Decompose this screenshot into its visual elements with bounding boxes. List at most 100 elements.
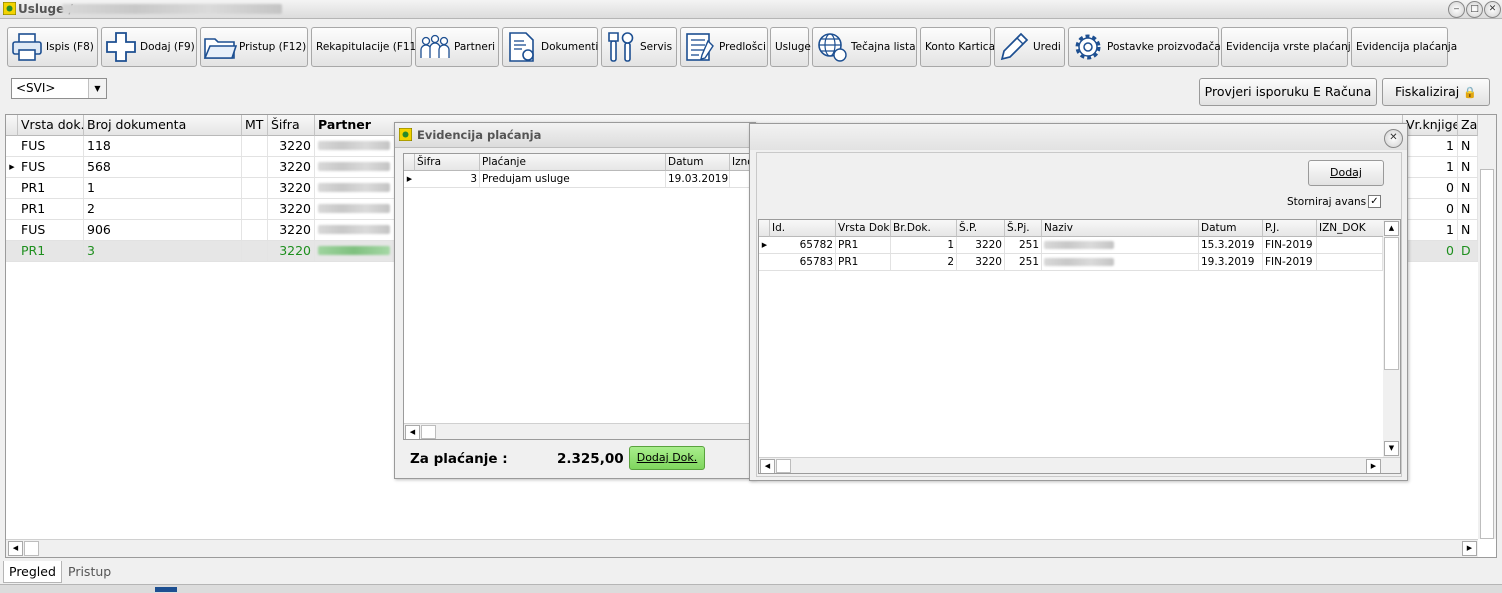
add-button[interactable]: Dodaj (F9) [101,27,197,67]
close-icon[interactable]: ✕ [1484,1,1501,18]
col-vrsta-dok[interactable]: Vrsta Dok. [836,220,891,237]
scroll-right-icon[interactable]: ▶ [1462,541,1477,556]
table-row[interactable]: ▶ 65782 PR1 1 3220 251 15.3.2019 FIN-2019 [759,237,1383,254]
cell-mt [242,136,268,156]
tab-pregled[interactable]: Pregled [3,561,62,583]
col-id[interactable]: Id. [770,220,836,237]
col-iznos[interactable]: Izno [730,154,749,171]
scroll-up-icon[interactable]: ▲ [1384,221,1399,236]
edit-button[interactable]: Uredi [994,27,1065,67]
app-logo-icon [2,1,17,16]
scroll-thumb[interactable] [1480,169,1494,539]
partners-button[interactable]: Partneri [415,27,499,67]
col-broj-dokumenta[interactable]: Broj dokumenta [84,115,242,136]
cell-br: 1 [891,237,957,253]
templates-button[interactable]: Predlošci [680,27,768,67]
col-sifra[interactable]: Šifra [268,115,315,136]
close-icon[interactable]: ✕ [1384,129,1403,148]
scroll-thumb[interactable] [24,541,39,556]
add-document-button[interactable]: Dodaj Dok. [629,446,705,470]
col-zat[interactable]: Zat [1458,115,1478,136]
scroll-thumb[interactable] [776,459,791,473]
row-indicator-header [759,220,770,237]
cell-br: 2 [891,254,957,270]
document-type-filter[interactable]: <SVI> ▼ [11,78,107,99]
cell-vrsta: FUS [18,136,84,156]
advance-vertical-scrollbar[interactable]: ▲ ▼ [1383,220,1400,457]
cell-vrsta: FUS [18,157,84,177]
pencil-icon [997,30,1031,64]
dialog-title-bar [750,124,1407,150]
cell-izn-dok [1317,237,1383,253]
recap-button[interactable]: Rekapitulacije (F11) [311,27,420,67]
table-row[interactable]: 65783 PR1 2 3220 251 19.3.2019 FIN-2019 [759,254,1383,271]
print-button[interactable]: Ispis (F8) [7,27,98,67]
row-pointer-icon: ▶ [406,175,413,183]
payments-horizontal-scrollbar[interactable]: ◀ [404,423,749,439]
cell-zat: N [1458,136,1478,156]
cell-zat: N [1458,220,1478,240]
cell-partner-redacted [315,178,395,198]
cell-zat: N [1458,178,1478,198]
cell-sifra: 3220 [268,241,315,261]
dialog-title-bar: Evidencija plaćanja [395,123,755,148]
grid-vertical-scrollbar[interactable] [1478,115,1496,539]
scroll-right-icon[interactable]: ▶ [1366,459,1381,473]
manufacturer-settings-button[interactable]: Postavke proizvođača [1068,27,1221,67]
cell-spj: 251 [1005,254,1042,270]
scroll-left-icon[interactable]: ◀ [8,541,23,556]
account-card-button[interactable]: Konto Kartica [920,27,995,67]
cell-vrknjige: 0 [1403,178,1458,198]
storno-advance-checkbox[interactable]: ✓ [1368,195,1381,208]
scroll-left-icon[interactable]: ◀ [405,425,420,439]
col-izn-dok[interactable]: IZN_DOK [1317,220,1384,237]
exchange-rate-button[interactable]: Tečajna lista [812,27,917,67]
payment-types-button[interactable]: Evidencija vrste plaćanja [1221,27,1357,67]
advance-horizontal-scrollbar[interactable]: ◀ ▶ [759,457,1400,473]
advance-documents-dialog: ✕ Dodaj Storniraj avans ✓ Id. Vrsta Dok.… [749,123,1408,481]
minimize-icon[interactable]: ‒ [1448,1,1465,18]
cell-id: 65782 [770,237,836,253]
row-pointer-icon [6,220,18,240]
cell-vrsta: PR1 [18,199,84,219]
col-placanje[interactable]: Plaćanje [480,154,666,171]
advance-documents-grid[interactable]: Id. Vrsta Dok. Br.Dok. Š.P. Š.Pj. Naziv … [758,219,1401,474]
col-sifra[interactable]: Šifra [415,154,480,171]
documents-button[interactable]: Dokumenti [502,27,598,67]
payments-button[interactable]: Evidencija plaćanja [1351,27,1457,67]
document-gear-icon [505,30,539,64]
check-e-invoice-button[interactable]: Provjeri isporuku E Računa [1199,78,1377,106]
scroll-thumb[interactable] [1384,237,1399,370]
access-button[interactable]: Pristup (F12) [200,27,308,67]
grid-horizontal-scrollbar[interactable]: ◀ ▶ [6,539,1478,557]
maximize-icon[interactable]: □ [1466,1,1483,18]
col-mt[interactable]: MT [242,115,268,136]
toolbar: Ispis (F8) Dodaj (F9) Pristup (F12) Reka… [0,22,1502,72]
scroll-down-icon[interactable]: ▼ [1384,441,1399,456]
fiscalize-button[interactable]: Fiskaliziraj 🔒 [1382,78,1490,106]
col-datum[interactable]: Datum [666,154,730,171]
tab-pristup[interactable]: Pristup [63,561,116,583]
col-vr-knjige[interactable]: Vr.knjige [1403,115,1458,136]
payments-grid[interactable]: Šifra Plaćanje Datum Izno ▶ 3 Predujam u… [403,153,750,440]
col-vrsta-dok[interactable]: Vrsta dok. [18,115,84,136]
chevron-down-icon[interactable]: ▼ [88,79,106,98]
col-spj[interactable]: Š.Pj. [1005,220,1042,237]
cell-broj: 1 [84,178,242,198]
people-icon [418,30,452,64]
services-button[interactable]: Usluge [770,27,811,67]
scroll-left-icon[interactable]: ◀ [760,459,775,473]
scroll-thumb[interactable] [421,425,436,439]
cell-mt [242,199,268,219]
service-button[interactable]: Servis [601,27,677,67]
col-datum[interactable]: Datum [1199,220,1263,237]
col-sp[interactable]: Š.P. [957,220,1005,237]
add-button[interactable]: Dodaj [1308,160,1384,186]
col-br-dok[interactable]: Br.Dok. [891,220,957,237]
cell-sifra: 3220 [268,220,315,240]
table-row[interactable]: ▶ 3 Predujam usluge 19.03.2019 [404,171,749,188]
cell-vrsta: PR1 [18,178,84,198]
col-pj[interactable]: P.J. [1263,220,1317,237]
col-naziv[interactable]: Naziv [1042,220,1199,237]
cell-izn-dok [1317,254,1383,270]
